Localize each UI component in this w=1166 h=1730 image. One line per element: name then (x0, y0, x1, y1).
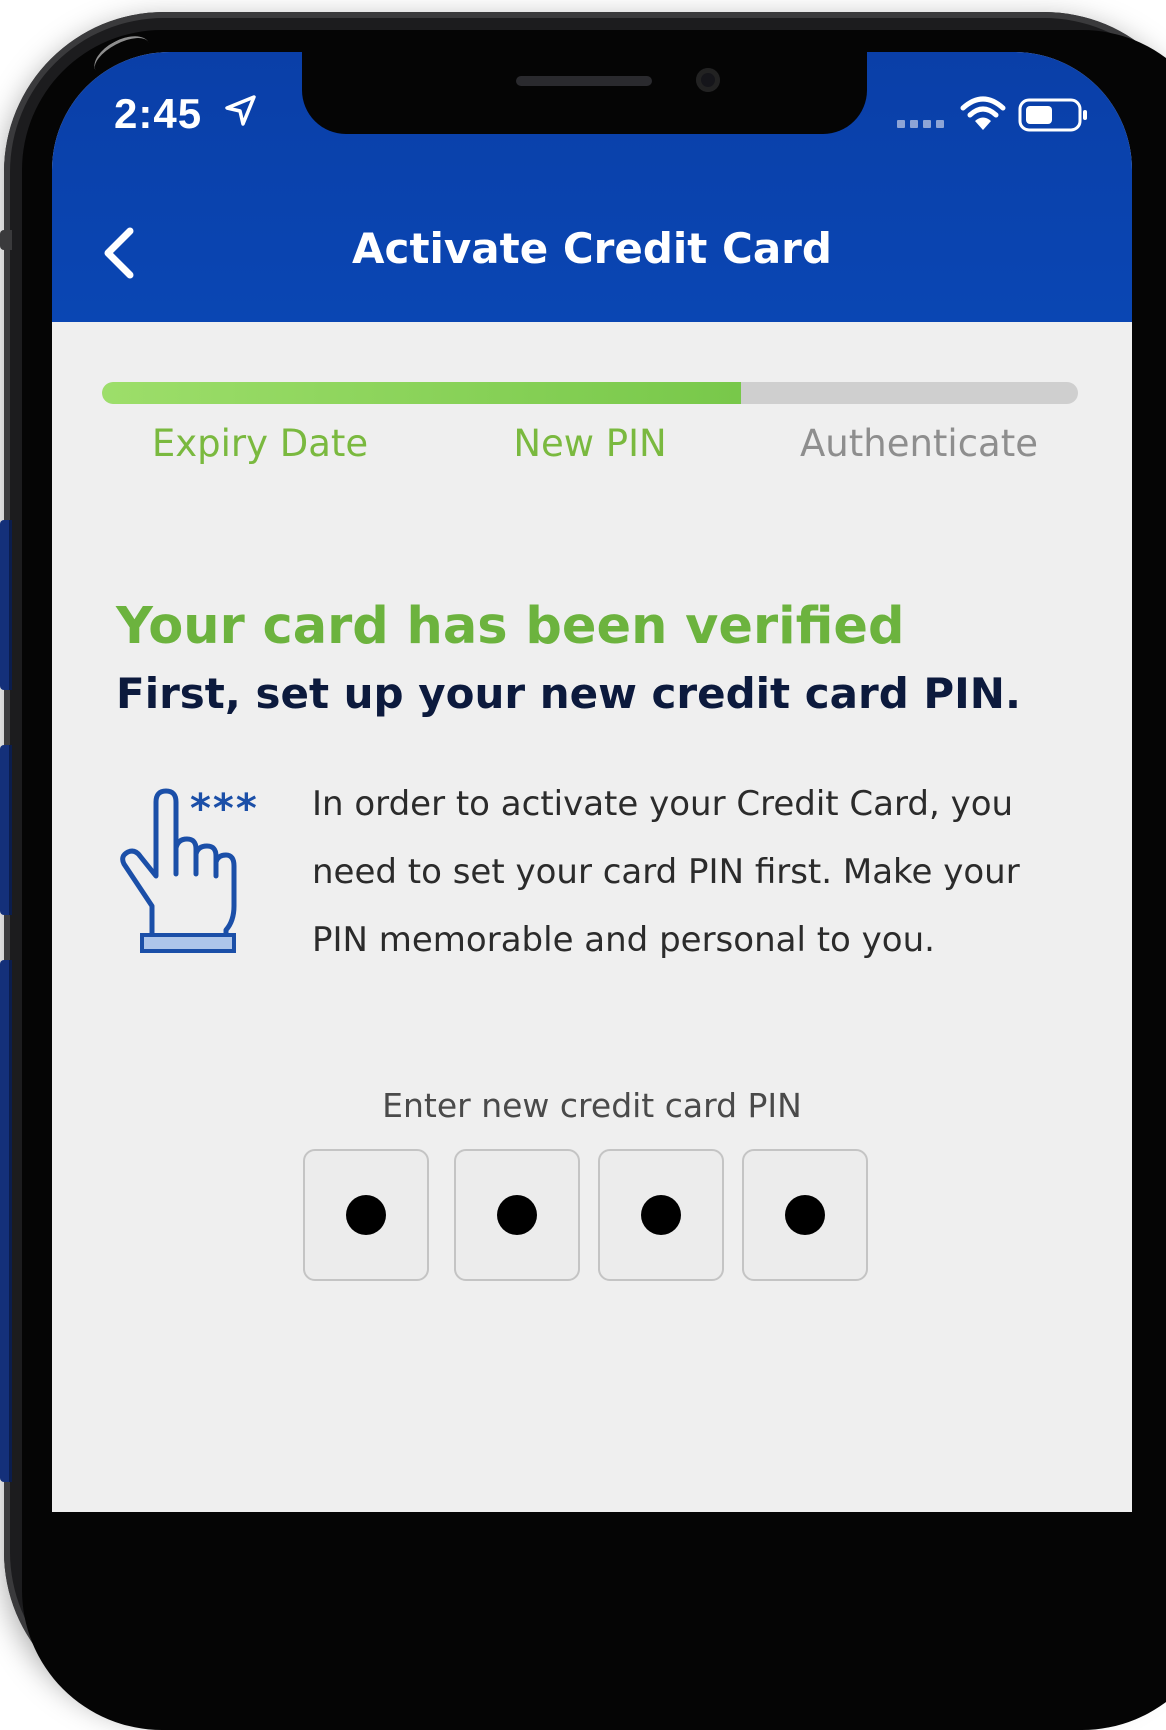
location-arrow-icon (225, 95, 256, 126)
asterisks-icon: *** (190, 786, 259, 826)
pin-dot (641, 1195, 681, 1235)
status-time: 2:45 (114, 90, 203, 137)
pin-asterisks: *** (190, 786, 259, 826)
front-camera (696, 68, 720, 92)
app-header: 2:45 Activate Credit Card (52, 52, 1132, 322)
pin-dot (785, 1195, 825, 1235)
side-button-lower (0, 960, 12, 1482)
setup-pin-subheadline: First, set up your new credit card PIN. (116, 669, 1021, 718)
verified-headline: Your card has been verified (116, 597, 905, 656)
pin-input-label: Enter new credit card PIN (382, 1086, 802, 1125)
step-expiry-date: Expiry Date (151, 422, 369, 465)
page-title: Activate Credit Card (352, 224, 832, 273)
battery-icon (1018, 98, 1087, 132)
side-button-volume-up (0, 520, 12, 690)
app-screen: 2:45 Activate Credit Card Expiry Date Ne… (52, 52, 1132, 1512)
progress-bar-fill (102, 382, 742, 404)
pin-digit-4[interactable] (742, 1149, 868, 1281)
progress-bar (102, 382, 1078, 404)
side-button-upper (0, 230, 12, 250)
speaker-grille (516, 76, 652, 86)
phone-notch (302, 52, 867, 134)
pin-instructions: In order to activate your Credit Card, y… (312, 784, 1020, 960)
pin-digit-3[interactable] (598, 1149, 724, 1281)
wifi-icon (960, 96, 1006, 130)
cellular-signal-icon (897, 120, 944, 128)
pin-digit-2[interactable] (454, 1149, 580, 1281)
step-new-pin: New PIN (513, 422, 667, 465)
pin-digit-1[interactable] (303, 1149, 429, 1281)
step-authenticate: Authenticate (799, 422, 1038, 465)
side-button-volume-down (0, 745, 12, 915)
pin-dot (346, 1195, 386, 1235)
pin-dot (497, 1195, 537, 1235)
